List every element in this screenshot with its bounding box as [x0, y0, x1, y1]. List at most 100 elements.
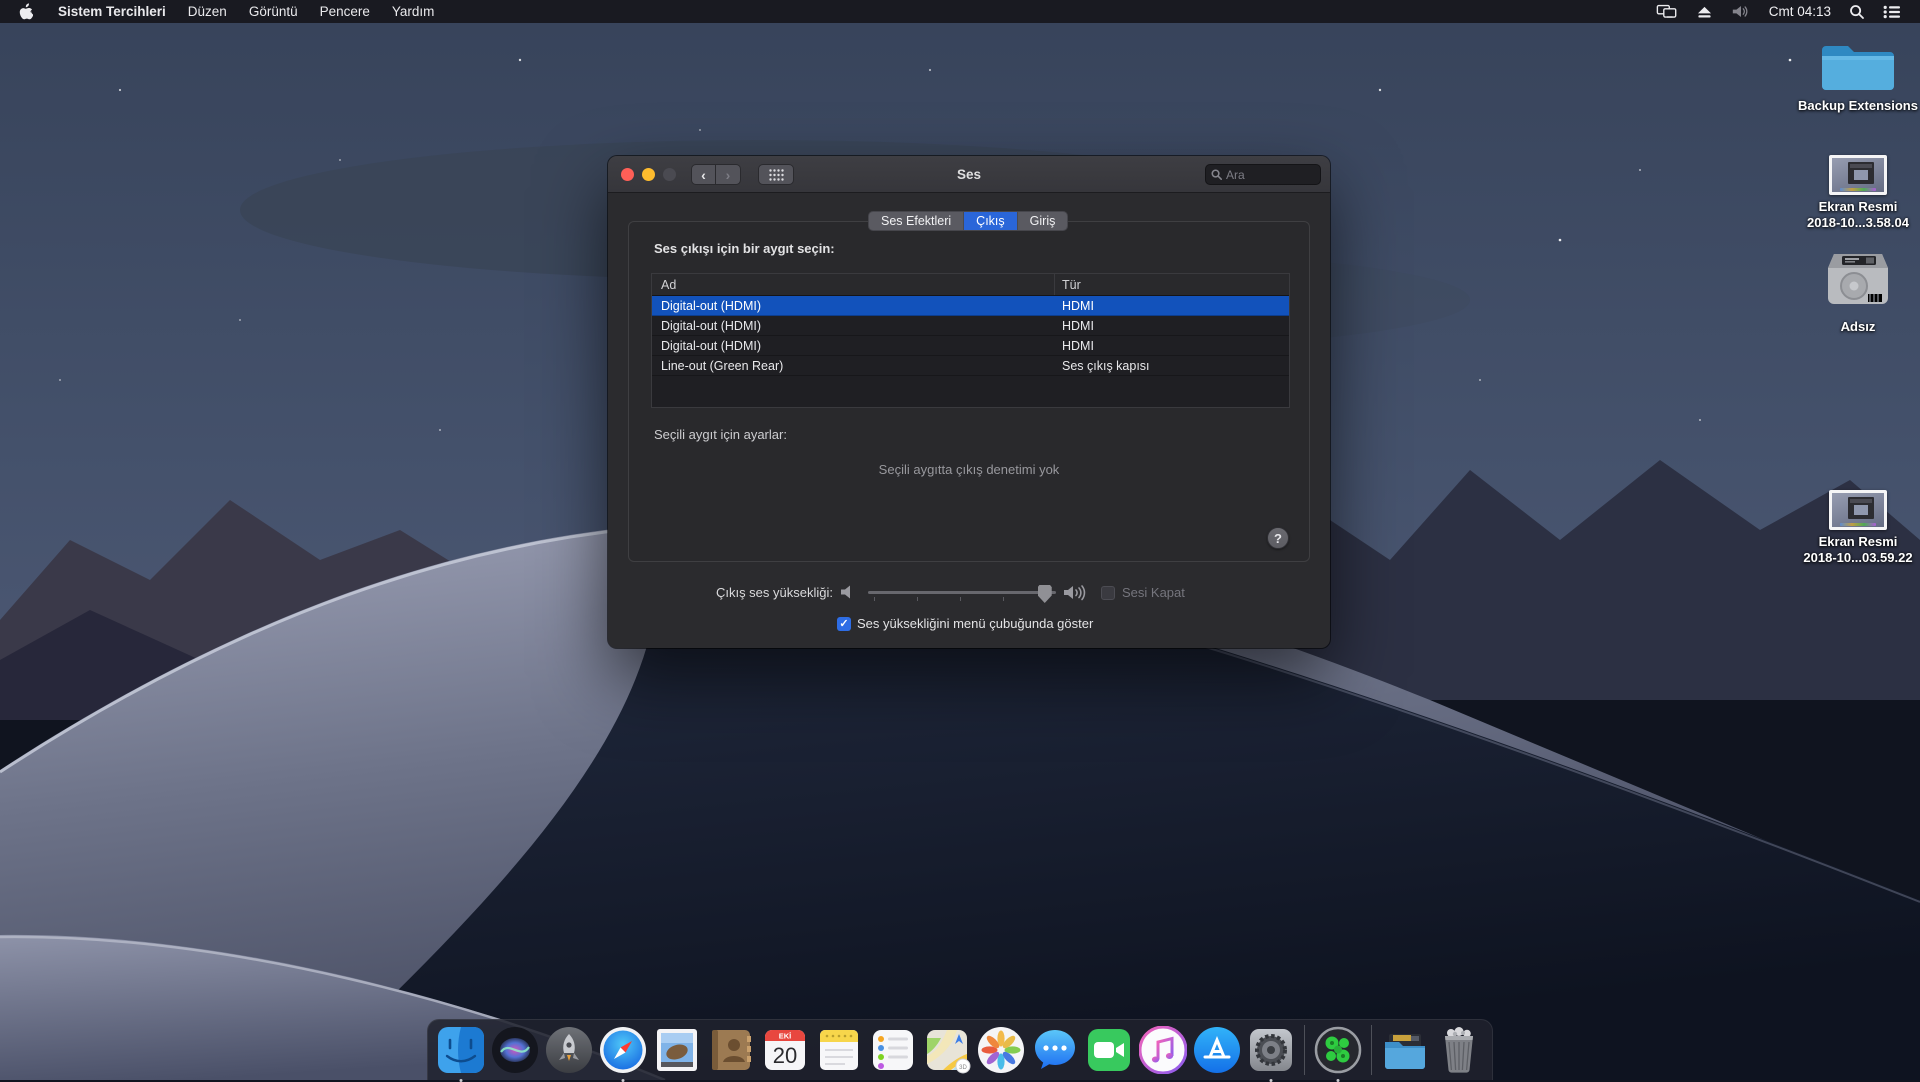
tab-giris[interactable]: Giriş	[1018, 212, 1068, 230]
dock-downloads-folder-icon[interactable]	[1380, 1025, 1430, 1075]
device-section-label: Ses çıkışı için bir aygıt seçin:	[654, 241, 835, 256]
empty-settings-message: Seçili aygıtta çıkış denetimi yok	[629, 462, 1309, 477]
chevron-left-icon: ‹	[701, 168, 706, 182]
tab-bar: Ses Efektleri Çıkış Giriş	[868, 211, 1068, 231]
screenshot-thumbnail-icon	[1829, 155, 1887, 195]
dock-notes-icon[interactable]	[814, 1025, 864, 1075]
display-mirroring-icon[interactable]	[1647, 4, 1687, 19]
table-row[interactable]: Line-out (Green Rear) Ses çıkış kapısı	[652, 356, 1289, 376]
calendar-month: EKİ	[779, 1032, 792, 1041]
desktop-icon-screenshot-2[interactable]: Ekran Resmi 2018-10...03.59.22	[1773, 490, 1920, 566]
close-button[interactable]	[621, 168, 634, 181]
device-type: HDMI	[1055, 339, 1289, 353]
dock-patcher-app-icon[interactable]	[1313, 1025, 1363, 1075]
dock-contacts-icon[interactable]	[706, 1025, 756, 1075]
spotlight-search-icon[interactable]	[1840, 4, 1874, 20]
show-all-button[interactable]	[758, 164, 794, 185]
menubar-volume-checkbox[interactable]: ✓	[837, 617, 851, 631]
desktop-icon-label-line2: 2018-10...3.58.04	[1807, 215, 1909, 231]
tab-ses-efektleri[interactable]: Ses Efektleri	[869, 212, 964, 230]
output-group-box: Ses çıkışı için bir aygıt seçin: Ad Tür …	[628, 221, 1310, 562]
output-volume-row: Çıkış ses yüksekliği: Sesi Kapat	[608, 583, 1330, 603]
screenshot-thumbnail-icon	[1829, 490, 1887, 530]
device-name: Digital-out (HDMI)	[652, 339, 1055, 353]
slider-tick	[960, 597, 961, 601]
column-header-tur[interactable]: Tür	[1055, 278, 1289, 292]
menubar-status-area: Cmt 04:13	[1647, 4, 1910, 20]
apple-menu-icon[interactable]	[18, 3, 33, 21]
dock: EKİ 20 3D	[427, 1019, 1493, 1080]
menu-item-yardim[interactable]: Yardım	[381, 0, 446, 23]
desktop-icon-adsiz-disk[interactable]: Adsız	[1773, 248, 1920, 335]
window-titlebar[interactable]: ‹ › Ses	[608, 156, 1330, 193]
device-type: Ses çıkış kapısı	[1055, 359, 1289, 373]
help-button[interactable]: ?	[1267, 527, 1289, 549]
eject-icon[interactable]	[1687, 5, 1722, 19]
back-button[interactable]: ‹	[691, 164, 716, 185]
dock-safari-icon[interactable]	[598, 1025, 648, 1075]
mute-label: Sesi Kapat	[1122, 585, 1185, 600]
speaker-loud-icon	[1063, 584, 1091, 604]
output-device-table: Ad Tür Digital-out (HDMI) HDMI Digital-o…	[651, 273, 1290, 408]
desktop-icon-screenshot-1[interactable]: Ekran Resmi 2018-10...3.58.04	[1773, 155, 1920, 231]
slider-tick	[874, 597, 875, 601]
tab-cikis[interactable]: Çıkış	[964, 212, 1017, 230]
slider-track[interactable]	[868, 591, 1056, 594]
volume-slider[interactable]	[868, 583, 1056, 603]
device-name: Digital-out (HDMI)	[652, 319, 1055, 333]
column-header-ad[interactable]: Ad	[652, 274, 1055, 295]
dock-itunes-icon[interactable]	[1138, 1025, 1188, 1075]
search-field[interactable]	[1205, 164, 1321, 185]
grid-icon	[769, 169, 784, 181]
desktop-icon-backup-extensions[interactable]: Backup Extensions	[1773, 38, 1920, 114]
chevron-right-icon: ›	[726, 168, 731, 182]
forward-button-disabled: ›	[716, 164, 741, 185]
settings-label: Seçili aygıt için ayarlar:	[654, 427, 787, 442]
mute-checkbox-disabled	[1101, 586, 1115, 600]
table-header: Ad Tür	[652, 274, 1289, 296]
desktop-icon-label-line2: 2018-10...03.59.22	[1803, 550, 1912, 566]
dock-reminders-icon[interactable]	[868, 1025, 918, 1075]
dock-system-preferences-icon[interactable]	[1246, 1025, 1296, 1075]
svg-text:3D: 3D	[959, 1065, 967, 1071]
dock-facetime-icon[interactable]	[1084, 1025, 1134, 1075]
zoom-button-disabled	[663, 168, 676, 181]
calendar-day: 20	[773, 1043, 797, 1068]
volume-label: Çıkış ses yüksekliği:	[716, 585, 833, 600]
desktop-icon-label: Backup Extensions	[1798, 98, 1918, 114]
menu-item-duzen[interactable]: Düzen	[177, 0, 238, 23]
dock-maps-icon[interactable]: 3D	[922, 1025, 972, 1075]
folder-icon	[1822, 38, 1894, 94]
menubar-volume-checkbox-label: Ses yüksekliğini menü çubuğunda göster	[857, 616, 1093, 631]
device-name: Digital-out (HDMI)	[652, 299, 1055, 313]
device-type: HDMI	[1055, 319, 1289, 333]
desktop-icon-label: Ekran Resmi	[1819, 534, 1898, 550]
table-row[interactable]: Digital-out (HDMI) HDMI	[652, 296, 1289, 316]
notification-center-icon[interactable]	[1874, 5, 1910, 19]
slider-thumb[interactable]	[1038, 585, 1052, 603]
dock-trash-icon[interactable]	[1434, 1025, 1484, 1075]
menu-item-app-name[interactable]: Sistem Tercihleri	[47, 0, 177, 23]
table-row[interactable]: Digital-out (HDMI) HDMI	[652, 316, 1289, 336]
sound-preferences-window: ‹ › Ses Ses Efektleri Çıkış Giriş Ses çı	[608, 156, 1330, 648]
table-row[interactable]: Digital-out (HDMI) HDMI	[652, 336, 1289, 356]
volume-muted-icon[interactable]	[1722, 4, 1760, 19]
hard-disk-icon	[1826, 248, 1890, 315]
dock-photos-icon[interactable]	[976, 1025, 1026, 1075]
dock-launchpad-icon[interactable]	[544, 1025, 594, 1075]
dock-calendar-icon[interactable]: EKİ 20	[760, 1025, 810, 1075]
menubar-clock[interactable]: Cmt 04:13	[1760, 4, 1840, 19]
dock-messages-icon[interactable]	[1030, 1025, 1080, 1075]
dock-separator	[1304, 1025, 1305, 1075]
search-icon	[1211, 169, 1222, 180]
dock-mail-icon[interactable]	[652, 1025, 702, 1075]
dock-app-store-icon[interactable]	[1192, 1025, 1242, 1075]
device-type: HDMI	[1055, 299, 1289, 313]
menu-item-pencere[interactable]: Pencere	[309, 0, 381, 23]
minimize-button[interactable]	[642, 168, 655, 181]
search-input[interactable]	[1226, 168, 1312, 182]
dock-siri-icon[interactable]	[490, 1025, 540, 1075]
desktop-icon-label: Adsız	[1841, 319, 1876, 335]
dock-finder-icon[interactable]	[436, 1025, 486, 1075]
menu-item-goruntu[interactable]: Görüntü	[238, 0, 309, 23]
